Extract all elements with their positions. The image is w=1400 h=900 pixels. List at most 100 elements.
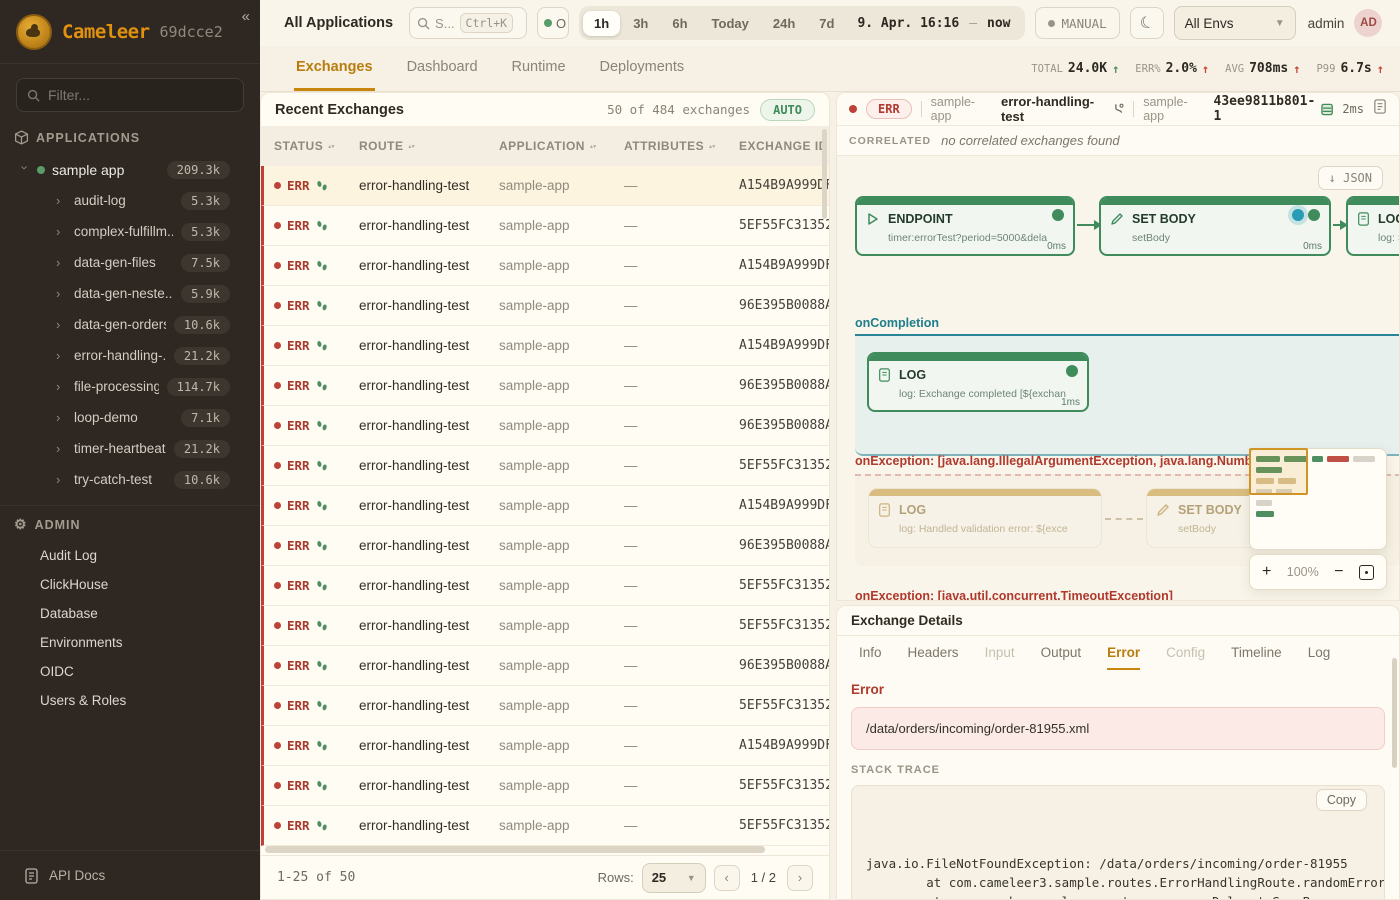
time-range-button[interactable]: 6h [661,11,698,36]
error-dot [274,222,281,229]
time-range-button[interactable]: Today [701,11,760,36]
copy-button[interactable]: Copy [1316,789,1367,811]
table-row[interactable]: ERR error-handling-test sample-app — 5EF… [261,686,829,726]
details-tab[interactable]: Headers [908,636,959,670]
table-row[interactable]: ERR error-handling-test sample-app — 5EF… [261,806,829,846]
column-route[interactable]: ROUTE▴▾ [359,139,499,153]
flow-node-endpoint[interactable]: ENDPOINTtimer:errorTest?period=5000&dela… [855,196,1075,256]
table-row[interactable]: ERR error-handling-test sample-app — 5EF… [261,766,829,806]
zoom-out-button[interactable]: − [1334,563,1343,581]
sidebar-route-item[interactable]: › data-gen-neste... 5.9k [0,278,260,309]
sidebar-route-item[interactable]: › timer-heartbeat 21.2k [0,433,260,464]
applications-section-header: APPLICATIONS [0,116,260,145]
vertical-scrollbar-thumb[interactable] [822,129,827,219]
avatar[interactable]: AD [1354,9,1382,37]
download-json-button[interactable]: ↓ JSON [1318,166,1383,190]
sidebar-admin-item[interactable]: Environments [0,628,260,657]
details-title: Exchange Details [837,606,1399,636]
sidebar-admin-item[interactable]: ClickHouse [0,570,260,599]
time-range-button[interactable]: 3h [622,11,659,36]
route-flow-canvas[interactable]: ↓ JSON ENDPOINTtimer:errorTest?period=50… [837,156,1399,601]
vertical-scrollbar-thumb[interactable] [1392,658,1397,768]
sidebar-route-item[interactable]: › data-gen-files 7.5k [0,247,260,278]
main-tab[interactable]: Dashboard [405,46,480,91]
column-status[interactable]: STATUS▴▾ [274,139,359,153]
main-tab[interactable]: Deployments [598,46,687,91]
table-row[interactable]: ERR error-handling-test sample-app — 96E… [261,646,829,686]
status-badge: ERR [866,99,912,119]
table-row[interactable]: ERR error-handling-test sample-app — 96E… [261,366,829,406]
table-row[interactable]: ERR error-handling-test sample-app — A15… [261,326,829,366]
status-label: ERR [287,778,310,793]
sidebar-admin-item[interactable]: Audit Log [0,541,260,570]
table-row[interactable]: ERR error-handling-test sample-app — 5EF… [261,446,829,486]
details-tab[interactable]: Info [859,636,882,670]
column-application[interactable]: APPLICATION▴▾ [499,139,624,153]
sidebar-filter-input[interactable]: Filter... [16,78,244,112]
table-row[interactable]: ERR error-handling-test sample-app — 5EF… [261,606,829,646]
time-range-button[interactable]: 1h [583,11,620,36]
flow-node-log[interactable]: LOGlog: Sta [1346,196,1399,256]
table-row[interactable]: ERR error-handling-test sample-app — 5EF… [261,206,829,246]
sidebar-route-item[interactable]: › try-catch-test 10.6k [0,464,260,495]
table-row[interactable]: ERR error-handling-test sample-app — A15… [261,166,829,206]
sidebar-item-api-docs[interactable]: API Docs [0,850,260,900]
table-row[interactable]: ERR error-handling-test sample-app — 96E… [261,406,829,446]
manual-refresh-button[interactable]: MANUAL [1035,7,1120,39]
next-page-button[interactable]: › [787,865,813,891]
sidebar-collapse-icon[interactable]: « [242,8,250,25]
exchange-id[interactable]: 43ee9811b801-1 [1214,94,1334,124]
details-tab[interactable]: Timeline [1231,636,1282,670]
date-range[interactable]: 9. Apr. 16:16 – now [847,16,1020,31]
details-tab[interactable]: Input [985,636,1015,670]
status-label: ERR [287,258,310,273]
flow-minimap[interactable] [1249,448,1387,550]
onexception-log-node[interactable]: LOGlog: Handled validation error: ${exce [869,489,1101,547]
sidebar-route-item[interactable]: › complex-fulfillm... 5.3k [0,216,260,247]
detail-route[interactable]: error-handling-test [1001,94,1124,124]
column-attributes[interactable]: ATTRIBUTES▴▾ [624,139,739,153]
sidebar-admin-item[interactable]: Users & Roles [0,686,260,715]
time-range-button[interactable]: 7d [808,11,845,36]
table-row[interactable]: ERR error-handling-test sample-app — 5EF… [261,566,829,606]
attributes-cell: — [624,178,739,193]
scrollbar-thumb[interactable] [265,846,765,853]
details-tab[interactable]: Error [1107,636,1140,670]
table-row[interactable]: ERR error-handling-test sample-app — A15… [261,246,829,286]
details-tab[interactable]: Config [1166,636,1205,670]
flow-node-set-body[interactable]: SET BODYsetBody 0ms [1099,196,1331,256]
column-exchange-id[interactable]: EXCHANGE ID [739,139,829,153]
live-status-button[interactable]: O [537,7,569,39]
main-tab[interactable]: Exchanges [294,46,375,91]
application-cell: sample-app [499,778,624,793]
search-input[interactable]: S... Ctrl+K [409,7,527,39]
copy-document-button[interactable] [1373,99,1387,119]
dark-mode-toggle[interactable]: ☾ [1130,7,1164,39]
rows-per-page-select[interactable]: 25 ▼ [642,863,706,893]
sidebar-route-item[interactable]: › data-gen-orders 10.6k [0,309,260,340]
sidebar-admin-item[interactable]: OIDC [0,657,260,686]
prev-page-button[interactable]: ‹ [714,865,740,891]
table-row[interactable]: ERR error-handling-test sample-app — 96E… [261,526,829,566]
auto-refresh-badge[interactable]: AUTO [760,99,815,121]
sidebar-route-item[interactable]: › file-processing 114.7k [0,371,260,402]
oncompletion-log-node[interactable]: LOGlog: Exchange completed [${exchan 1ms [867,352,1089,412]
details-tab[interactable]: Log [1308,636,1331,670]
table-row[interactable]: ERR error-handling-test sample-app — 96E… [261,286,829,326]
details-tab[interactable]: Output [1041,636,1082,670]
horizontal-scrollbar[interactable] [265,846,763,853]
sidebar-admin-item[interactable]: Database [0,599,260,628]
sidebar-item-sample-app[interactable]: › sample app 209.3k [0,155,260,185]
stack-trace-code: java.io.FileNotFoundException: /data/ord… [851,785,1385,900]
environment-select[interactable]: All Envs ▼ [1174,6,1296,40]
main-tab[interactable]: Runtime [510,46,568,91]
sidebar-route-item[interactable]: › loop-demo 7.1k [0,402,260,433]
sidebar-route-item[interactable]: › error-handling-... 21.2k [0,340,260,371]
time-range-button[interactable]: 24h [762,11,806,36]
minimap-viewport[interactable] [1249,448,1308,495]
sidebar-route-item[interactable]: › audit-log 5.3k [0,185,260,216]
table-row[interactable]: ERR error-handling-test sample-app — A15… [261,726,829,766]
table-row[interactable]: ERR error-handling-test sample-app — A15… [261,486,829,526]
fit-view-button[interactable] [1359,565,1374,580]
zoom-in-button[interactable]: + [1262,563,1271,581]
